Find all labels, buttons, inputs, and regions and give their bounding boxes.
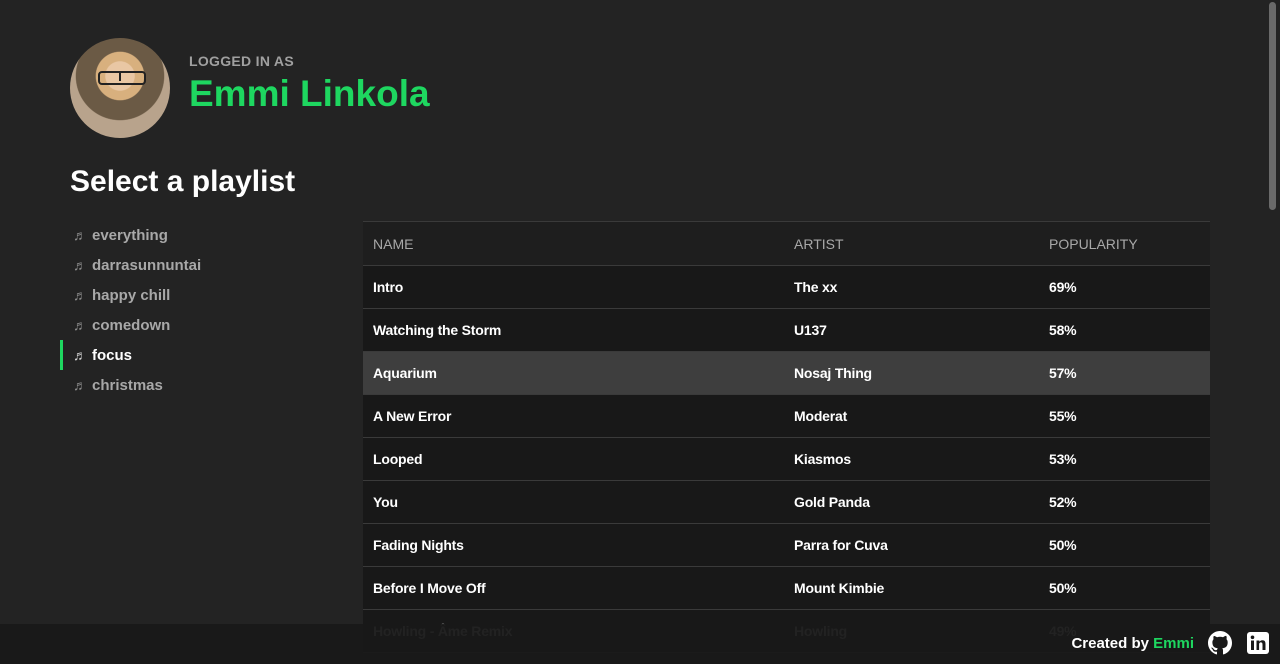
track-name: Before I Move Off (363, 566, 784, 610)
track-name: Intro (363, 265, 784, 309)
track-artist: Gold Panda (784, 480, 1039, 524)
track-popularity: 53% (1039, 437, 1210, 481)
track-artist: Parra for Cuva (784, 523, 1039, 567)
column-header-name[interactable]: NAME (363, 221, 784, 266)
footer-bar: Created by Emmi (0, 624, 1280, 664)
track-name: Watching the Storm (363, 308, 784, 352)
logged-in-label: LOGGED IN AS (189, 53, 294, 69)
column-header-artist[interactable]: ARTIST (784, 221, 1039, 266)
playlist-item-happy-chill[interactable]: ♬ happy chill (60, 280, 320, 310)
tracks-table-container: NAME ARTIST POPULARITY Intro The xx 69% … (363, 221, 1210, 653)
track-name: Aquarium (363, 351, 784, 395)
playlist-label: everything (92, 226, 168, 244)
track-popularity: 52% (1039, 480, 1210, 524)
music-note-icon: ♬ (73, 377, 87, 393)
music-note-icon: ♬ (73, 287, 87, 303)
playlist-label: focus (92, 346, 133, 364)
table-row[interactable]: Watching the Storm U137 58% (363, 308, 1210, 352)
created-by-label: Created by (1071, 635, 1149, 652)
table-row[interactable]: Aquarium Nosaj Thing 57% (363, 351, 1210, 395)
page-title: Select a playlist (70, 165, 296, 198)
music-note-icon: ♬ (73, 317, 87, 333)
table-row[interactable]: A New Error Moderat 55% (363, 394, 1210, 438)
track-artist: The xx (784, 265, 1039, 309)
user-info: LOGGED IN AS Emmi Linkola (189, 53, 430, 115)
user-header: LOGGED IN AS Emmi Linkola (70, 38, 430, 138)
track-popularity: 69% (1039, 265, 1210, 309)
track-popularity: 55% (1039, 394, 1210, 438)
github-icon[interactable] (1208, 631, 1232, 655)
track-popularity: 50% (1039, 566, 1210, 610)
track-artist: Nosaj Thing (784, 351, 1039, 395)
table-row[interactable]: Before I Move Off Mount Kimbie 50% (363, 566, 1210, 610)
page-scrollbar[interactable] (1269, 2, 1276, 210)
playlist-item-christmas[interactable]: ♬ christmas (60, 370, 320, 400)
table-header-row: NAME ARTIST POPULARITY (363, 221, 1210, 266)
track-popularity: 58% (1039, 308, 1210, 352)
playlist-item-focus[interactable]: ♬ focus (60, 340, 320, 370)
playlist-list: ♬ everything ♬ darrasunnuntai ♬ happy ch… (60, 220, 320, 400)
table-row[interactable]: Intro The xx 69% (363, 265, 1210, 309)
avatar (70, 38, 170, 138)
track-artist: Kiasmos (784, 437, 1039, 481)
linkedin-icon[interactable] (1246, 631, 1270, 655)
playlist-item-darrasunnuntai[interactable]: ♬ darrasunnuntai (60, 250, 320, 280)
track-artist: Moderat (784, 394, 1039, 438)
track-name: You (363, 480, 784, 524)
playlist-item-everything[interactable]: ♬ everything (60, 220, 320, 250)
track-popularity: 57% (1039, 351, 1210, 395)
track-name: Fading Nights (363, 523, 784, 567)
credit-text: Created by Emmi (1071, 635, 1194, 652)
playlist-label: darrasunnuntai (92, 256, 202, 274)
track-name: Looped (363, 437, 784, 481)
track-artist: Mount Kimbie (784, 566, 1039, 610)
tracks-table: NAME ARTIST POPULARITY Intro The xx 69% … (363, 221, 1210, 653)
music-note-icon: ♬ (73, 227, 87, 243)
track-popularity: 50% (1039, 523, 1210, 567)
author-link[interactable]: Emmi (1153, 635, 1194, 652)
music-note-icon: ♬ (73, 257, 87, 273)
table-row[interactable]: Looped Kiasmos 53% (363, 437, 1210, 481)
table-row[interactable]: Fading Nights Parra for Cuva 50% (363, 523, 1210, 567)
column-header-popularity[interactable]: POPULARITY (1039, 221, 1210, 266)
track-artist: U137 (784, 308, 1039, 352)
track-name: A New Error (363, 394, 784, 438)
playlist-label: happy chill (92, 286, 171, 304)
playlist-label: christmas (92, 376, 163, 394)
playlist-label: comedown (92, 316, 171, 334)
table-row[interactable]: You Gold Panda 52% (363, 480, 1210, 524)
music-note-icon: ♬ (73, 347, 87, 363)
playlist-item-comedown[interactable]: ♬ comedown (60, 310, 320, 340)
user-name: Emmi Linkola (189, 73, 430, 114)
